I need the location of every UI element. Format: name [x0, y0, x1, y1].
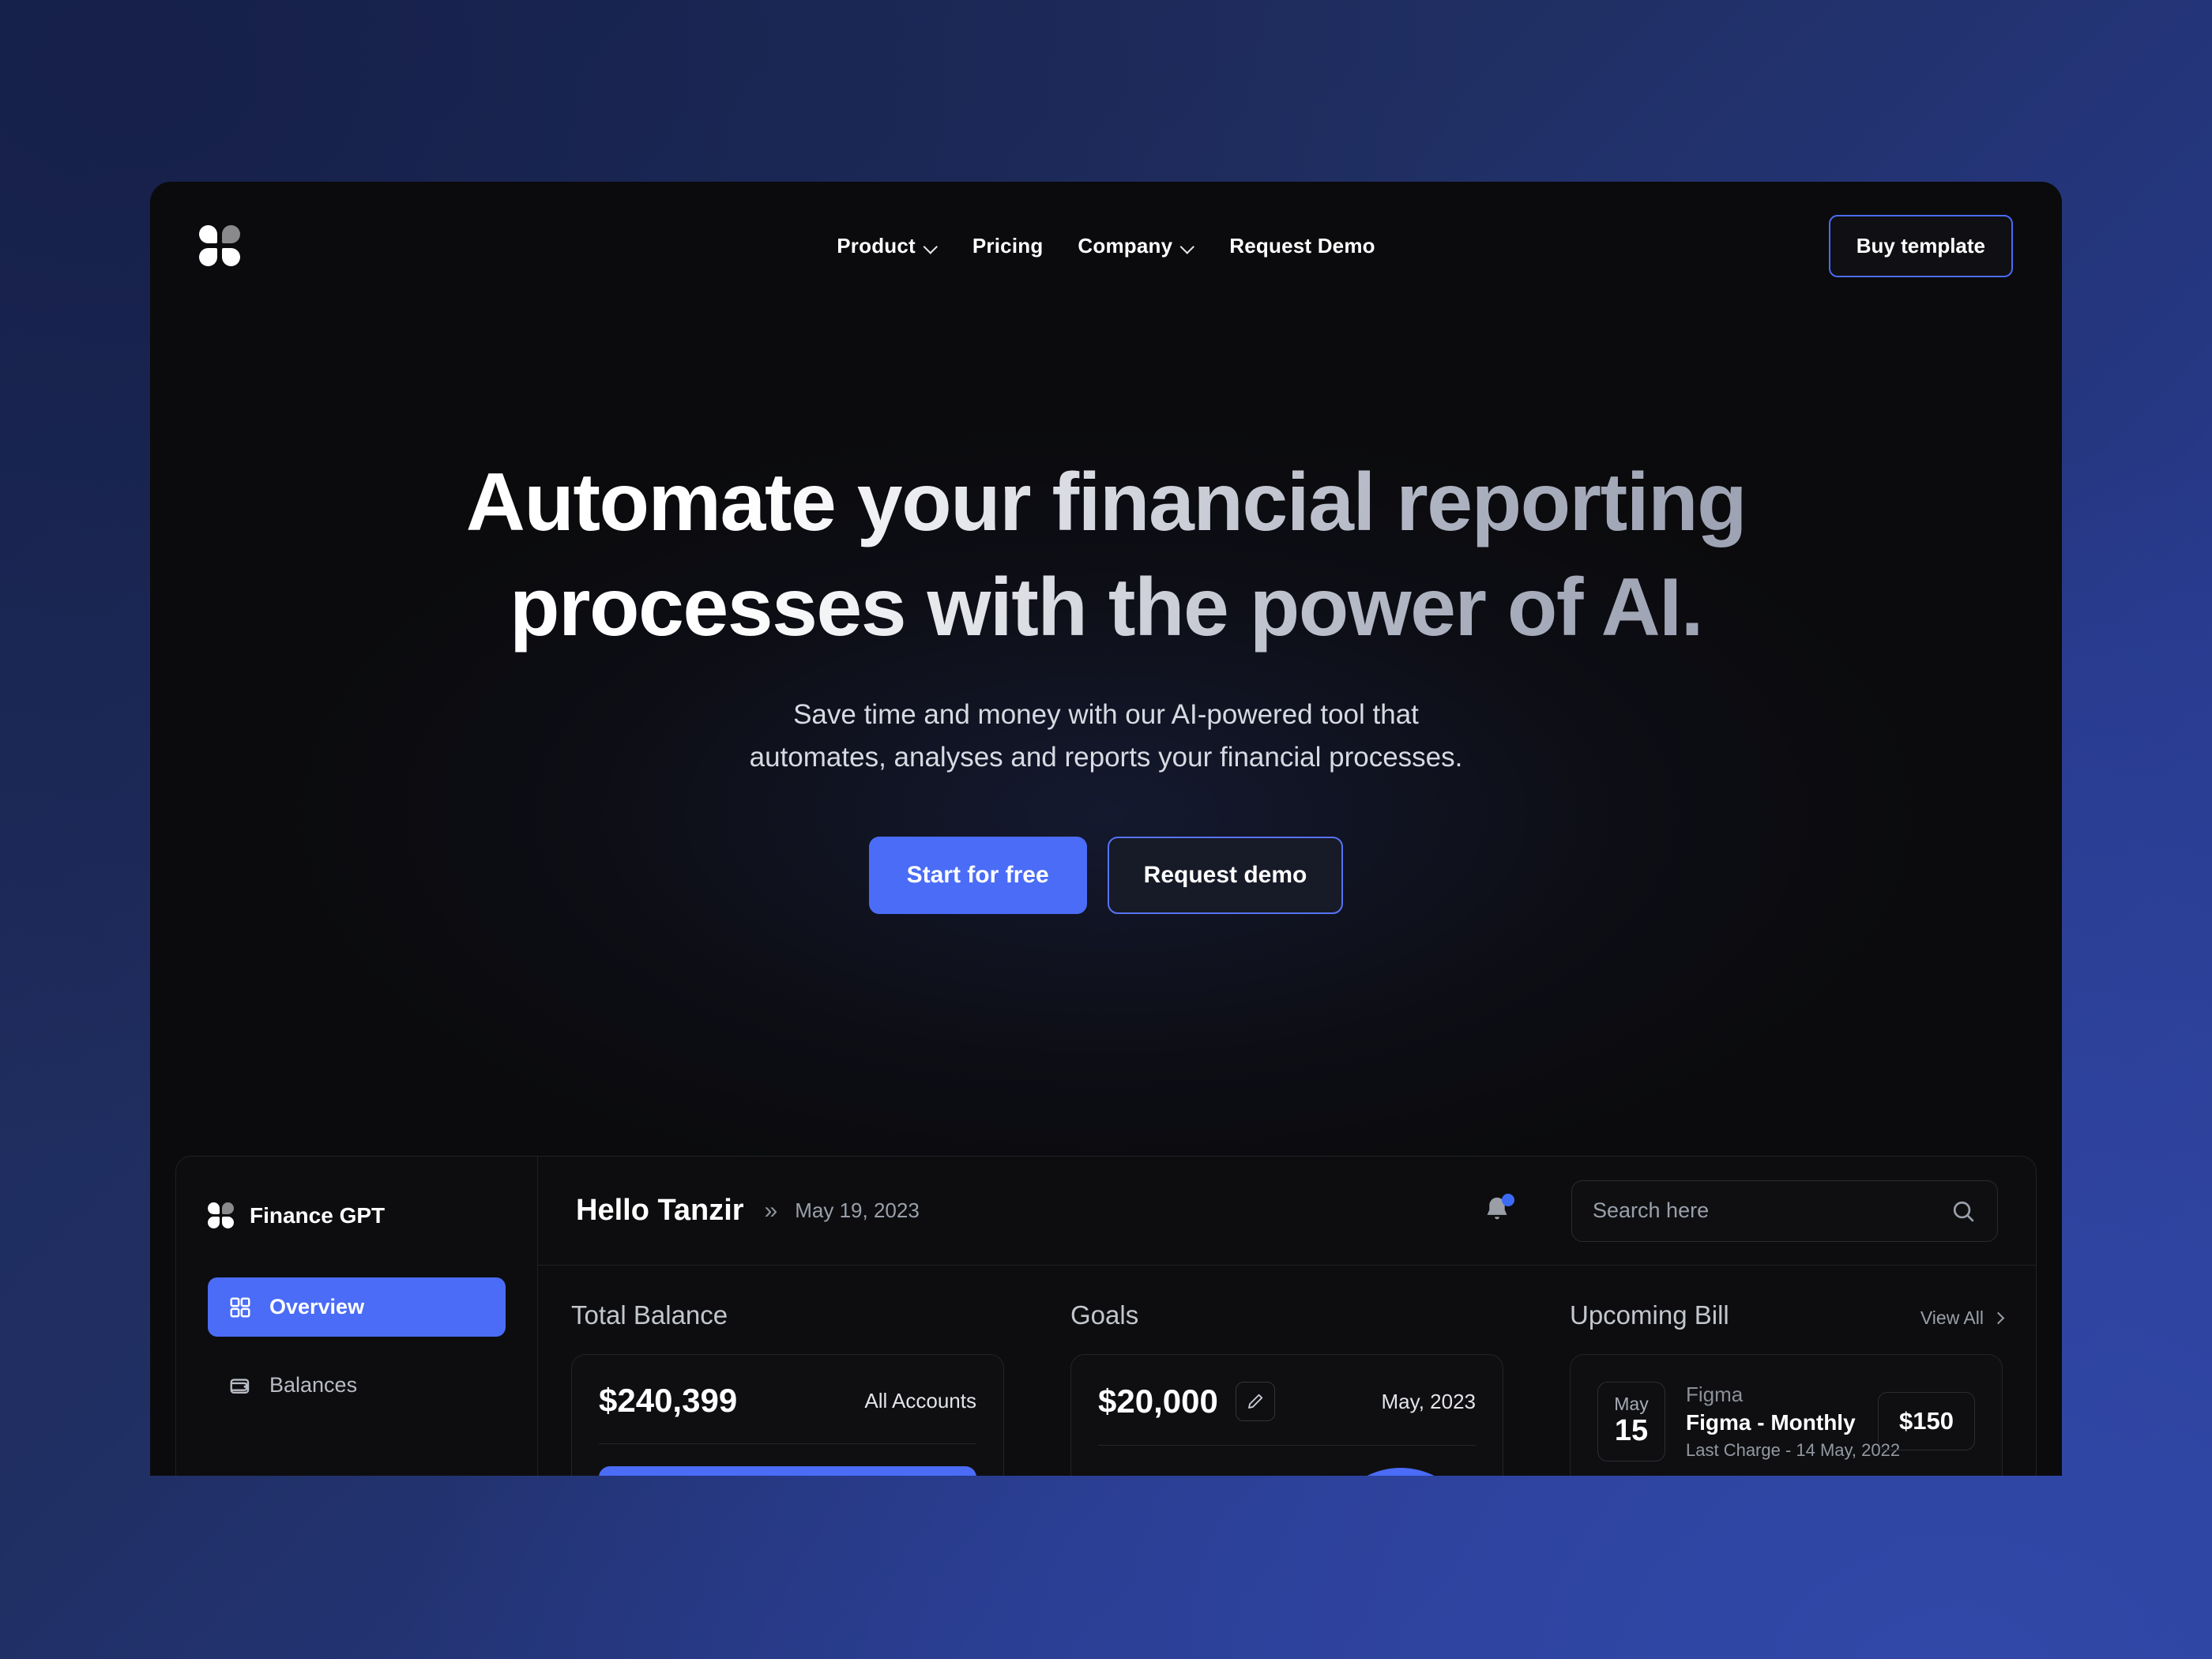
upcoming-bill-card: May 15 Figma Figma - Monthly Last Charge…	[1570, 1354, 2003, 1476]
dashboard-date: May 19, 2023	[795, 1198, 920, 1222]
total-balance-scope[interactable]: All Accounts	[864, 1389, 976, 1413]
goals-row: $20,000 May, 2023	[1098, 1382, 1476, 1421]
sidebar-item-overview[interactable]: Overview	[208, 1277, 506, 1337]
bill-price: $150	[1878, 1392, 1975, 1451]
panel-title-goals: Goals	[1070, 1300, 1139, 1330]
bill-last-charge: Last Charge - 14 May, 2022	[1686, 1439, 1901, 1460]
hero-heading: Automate your financial reporting proces…	[356, 450, 1856, 660]
account-type-card[interactable]: Account Type	[599, 1466, 976, 1476]
dashboard-header: Hello Tanzir » May 19, 2023	[538, 1157, 2036, 1266]
total-balance-row: $240,399 All Accounts	[599, 1382, 976, 1420]
dashboard-panels: Total Balance $240,399 All Accounts Acco…	[538, 1266, 2036, 1476]
bill-date-badge: May 15	[1597, 1382, 1665, 1462]
total-balance-card: $240,399 All Accounts Account Type	[571, 1354, 1004, 1476]
dashboard-preview: Finance GPT Overview Balances Hello Tanz…	[175, 1156, 2037, 1476]
dashboard-greeting: Hello Tanzir	[576, 1194, 744, 1227]
sidebar-item-label-overview: Overview	[269, 1295, 365, 1319]
buy-template-button[interactable]: Buy template	[1828, 214, 2013, 277]
nav-item-company[interactable]: Company	[1078, 234, 1194, 258]
total-balance-amount: $240,399	[599, 1382, 738, 1419]
search-icon[interactable]	[1950, 1198, 1977, 1224]
bill-info: Figma Figma - Monthly Last Charge - 14 M…	[1686, 1382, 1901, 1461]
clover-logo-icon[interactable]	[199, 225, 240, 266]
start-for-free-button[interactable]: Start for free	[868, 836, 1087, 914]
panel-head-total-balance: Total Balance	[571, 1300, 1004, 1330]
pencil-icon	[1247, 1394, 1262, 1409]
chevron-right-icon	[1992, 1311, 2005, 1325]
goals-amount: $20,000	[1098, 1382, 1218, 1420]
nav-item-request-demo[interactable]: Request Demo	[1229, 234, 1375, 258]
bill-row[interactable]: May 15 Figma Figma - Monthly Last Charge…	[1597, 1382, 1975, 1462]
hero-subheading: Save time and money with our AI-powered …	[150, 694, 2062, 780]
clover-logo-icon	[208, 1202, 234, 1228]
edit-goal-button[interactable]	[1235, 1382, 1275, 1421]
panel-head-goals: Goals	[1070, 1300, 1503, 1330]
goals-card: $20,000 May, 2023	[1070, 1354, 1503, 1476]
bill-vendor: Figma	[1686, 1382, 1744, 1406]
dashboard-brand-name: Finance GPT	[250, 1202, 386, 1228]
dashboard-main: Hello Tanzir » May 19, 2023 Search here …	[538, 1157, 2036, 1476]
site-navbar: Product Pricing Company Request Demo Buy…	[150, 182, 2062, 310]
goals-period: May, 2023	[1381, 1389, 1476, 1413]
goals-progress-row: Target Achieved	[1098, 1468, 1476, 1476]
bill-month: May	[1614, 1394, 1649, 1414]
panel-upcoming-bill: Upcoming Bill View All May 15 Figma Figm…	[1537, 1300, 2036, 1476]
panel-title-total-balance: Total Balance	[571, 1300, 728, 1330]
search-box[interactable]	[1571, 1179, 1998, 1242]
panel-title-upcoming-bill: Upcoming Bill	[1570, 1300, 1729, 1330]
grid-icon	[230, 1297, 250, 1317]
sidebar-item-label-balances: Balances	[269, 1373, 358, 1397]
hero-subheading-line2: automates, analyses and reports your fin…	[749, 742, 1463, 773]
bill-name: Figma - Monthly	[1686, 1409, 1856, 1435]
goals-legend: Target Achieved	[1098, 1468, 1273, 1476]
sidebar-item-balances[interactable]: Balances	[208, 1356, 506, 1415]
chevron-down-icon	[1180, 242, 1194, 250]
nav-item-pricing[interactable]: Pricing	[972, 234, 1044, 258]
landing-page-card: Product Pricing Company Request Demo Buy…	[150, 182, 2062, 1476]
panel-total-balance: Total Balance $240,399 All Accounts Acco…	[538, 1300, 1037, 1476]
goals-legend-label: Target Achieved	[1133, 1474, 1273, 1476]
dashboard-brand: Finance GPT	[208, 1202, 506, 1228]
search-input[interactable]	[1593, 1198, 1950, 1223]
hero-cta-group: Start for free Request demo	[150, 836, 2062, 914]
hero-subheading-line1: Save time and money with our AI-powered …	[793, 699, 1419, 731]
dashboard-sidebar: Finance GPT Overview Balances	[176, 1157, 538, 1476]
view-all-label: View All	[1920, 1307, 1984, 1328]
nav-item-product[interactable]: Product	[837, 234, 938, 258]
bill-day: 15	[1614, 1414, 1649, 1447]
nav-label-product: Product	[837, 233, 916, 258]
nav-label-pricing: Pricing	[972, 233, 1044, 258]
chevron-double-right-icon: »	[764, 1197, 778, 1224]
hero-section: Automate your financial reporting proces…	[150, 310, 2062, 914]
request-demo-button[interactable]: Request demo	[1107, 836, 1344, 914]
notifications-button[interactable]	[1480, 1193, 1516, 1229]
goals-donut-chart	[1326, 1468, 1476, 1476]
nav-label-company: Company	[1078, 233, 1173, 258]
nav-label-request-demo: Request Demo	[1229, 233, 1375, 258]
panel-head-upcoming-bill: Upcoming Bill View All	[1570, 1300, 2005, 1330]
wallet-icon	[230, 1378, 250, 1394]
divider	[1098, 1445, 1476, 1446]
notification-dot	[1502, 1193, 1514, 1206]
chevron-down-icon	[924, 242, 938, 250]
divider	[599, 1443, 976, 1444]
panel-goals: Goals $20,000 May, 2023	[1037, 1300, 1537, 1476]
primary-nav: Product Pricing Company Request Demo	[837, 234, 1375, 258]
shield-icon	[1098, 1475, 1120, 1477]
view-all-bills-link[interactable]: View All	[1920, 1307, 2005, 1329]
